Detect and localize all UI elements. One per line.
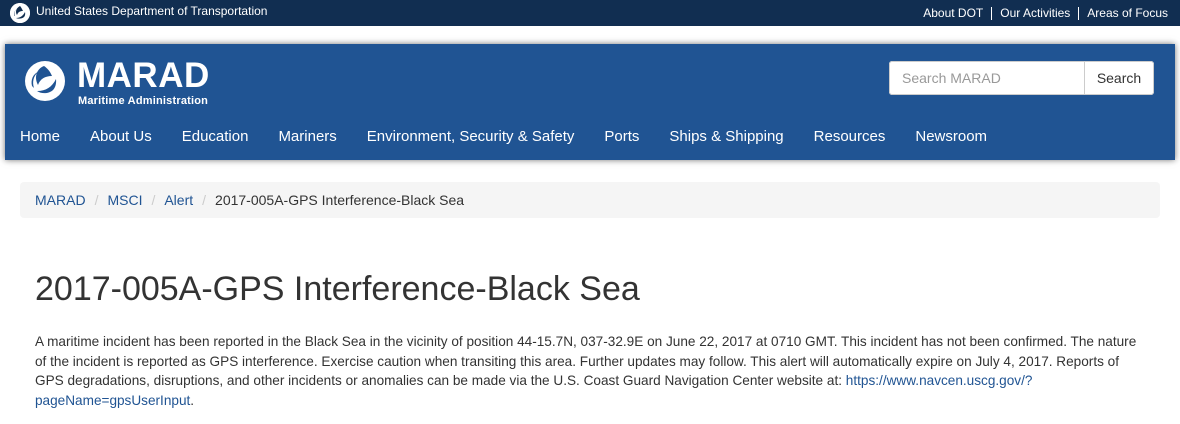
breadcrumb-msci[interactable]: MSCI xyxy=(107,192,142,208)
about-dot-link[interactable]: About DOT xyxy=(923,6,983,20)
site-header: MARAD Maritime Administration Search Hom… xyxy=(5,44,1175,160)
breadcrumb: MARAD / MSCI / Alert / 2017-005A-GPS Int… xyxy=(20,182,1160,218)
dot-top-bar: United States Department of Transportati… xyxy=(0,0,1180,26)
marad-logo-icon xyxy=(25,61,65,101)
breadcrumb-separator: / xyxy=(151,192,156,208)
search-form: Search xyxy=(889,61,1154,95)
nav-resources[interactable]: Resources xyxy=(799,120,901,152)
search-button[interactable]: Search xyxy=(1084,61,1154,95)
brand-subtitle: Maritime Administration xyxy=(78,95,209,107)
main-nav: Home About Us Education Mariners Environ… xyxy=(5,120,1002,152)
brand-name: MARAD xyxy=(77,56,210,95)
dot-links: About DOT Our Activities Areas of Focus xyxy=(923,6,1168,20)
breadcrumb-separator: / xyxy=(202,192,207,208)
areas-of-focus-link[interactable]: Areas of Focus xyxy=(1087,6,1168,20)
breadcrumb-alert[interactable]: Alert xyxy=(164,192,193,208)
search-input[interactable] xyxy=(889,61,1084,95)
nav-home[interactable]: Home xyxy=(5,120,75,152)
nav-about-us[interactable]: About Us xyxy=(75,120,167,152)
our-activities-link[interactable]: Our Activities xyxy=(1000,6,1070,20)
divider xyxy=(1078,6,1080,20)
dot-title[interactable]: United States Department of Transportati… xyxy=(36,4,267,18)
page-title: 2017-005A-GPS Interference-Black Sea xyxy=(35,270,640,308)
breadcrumb-current: 2017-005A-GPS Interference-Black Sea xyxy=(215,192,465,208)
dot-logo-icon xyxy=(10,3,30,23)
nav-environment-security-safety[interactable]: Environment, Security & Safety xyxy=(352,120,590,152)
divider xyxy=(991,6,993,20)
nav-ports[interactable]: Ports xyxy=(589,120,654,152)
breadcrumb-separator: / xyxy=(94,192,99,208)
nav-ships-shipping[interactable]: Ships & Shipping xyxy=(654,120,798,152)
dot-brand[interactable]: United States Department of Transportati… xyxy=(10,3,267,23)
alert-body: A maritime incident has been reported in… xyxy=(35,332,1145,410)
nav-newsroom[interactable]: Newsroom xyxy=(900,120,1002,152)
breadcrumb-marad[interactable]: MARAD xyxy=(35,192,86,208)
nav-education[interactable]: Education xyxy=(167,120,264,152)
alert-trailing: . xyxy=(190,392,195,408)
nav-mariners[interactable]: Mariners xyxy=(263,120,351,152)
